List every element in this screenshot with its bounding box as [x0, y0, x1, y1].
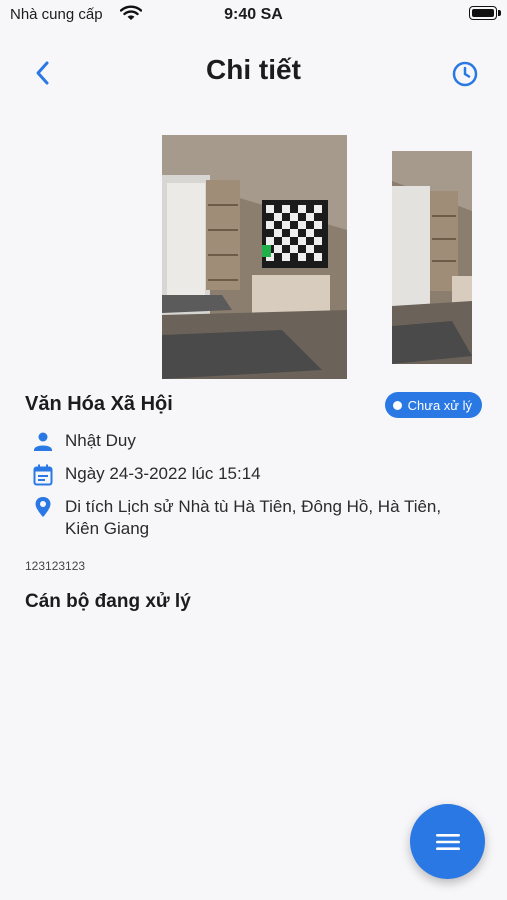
category-title: Văn Hóa Xã Hội	[25, 393, 173, 415]
menu-icon	[435, 833, 460, 850]
location-row: Di tích Lịch sử Nhà tù Hà Tiên, Đông Hồ,…	[33, 496, 453, 540]
handlers-section-title: Cán bộ đang xử lý	[25, 591, 191, 612]
clock-time: 9:40 SA	[224, 6, 283, 23]
status-badge: Chưa xử lý	[384, 392, 482, 418]
history-button[interactable]	[451, 60, 479, 88]
report-photo[interactable]	[162, 135, 347, 379]
report-code: 123123123	[25, 559, 86, 573]
reporter-name: Nhật Duy	[65, 431, 136, 450]
clock-icon	[452, 61, 478, 87]
location-pin-icon	[35, 497, 51, 517]
menu-fab-button[interactable]	[410, 804, 485, 879]
status-dot-icon	[392, 400, 402, 410]
page-title: Chi tiết	[206, 54, 301, 85]
battery-icon	[469, 6, 501, 20]
date-row: Ngày 24-3-2022 lúc 15:14	[33, 464, 261, 486]
report-date: Ngày 24-3-2022 lúc 15:14	[65, 464, 261, 483]
reporter-row: Nhật Duy	[33, 431, 136, 453]
status-bar: Nhà cung cấp 9:40 SA	[0, 0, 507, 32]
report-photo[interactable]	[392, 151, 472, 364]
calendar-icon	[33, 464, 53, 486]
person-icon	[34, 432, 52, 451]
report-location: Di tích Lịch sử Nhà tù Hà Tiên, Đông Hồ,…	[65, 497, 442, 538]
status-label: Chưa xử lý	[407, 397, 472, 413]
